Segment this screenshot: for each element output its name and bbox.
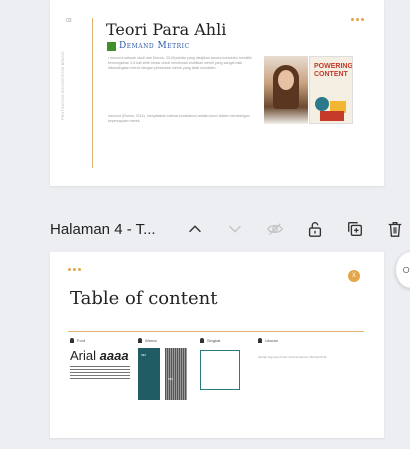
column-header-warna: Warna xyxy=(138,338,157,343)
decorative-dots xyxy=(68,268,81,271)
vertical-caption: PENTINGNYA KONSISTENSI BRAND xyxy=(60,51,65,120)
font-sample-bold: aaaa xyxy=(99,348,129,363)
trash-icon[interactable] xyxy=(384,218,406,240)
column-label: Ukuran xyxy=(265,338,278,343)
logo-icon xyxy=(107,41,116,51)
slide-number: 03 xyxy=(66,18,72,24)
slide-title: Table of content xyxy=(70,288,218,309)
brand-logo: Demand Metric xyxy=(107,41,190,51)
page-title[interactable]: Halaman 4 - T... xyxy=(50,221,156,238)
column-label: Singkat xyxy=(207,338,221,343)
person-icon xyxy=(70,338,74,343)
column-header-ukuran: Ukuran xyxy=(258,338,278,343)
color-swatch-gray: HEX xyxy=(165,348,187,400)
column-header-singkat: Singkat xyxy=(200,338,220,343)
search-button[interactable]: ○ xyxy=(396,252,410,288)
shape-sample xyxy=(200,350,240,390)
page-toolbar: Halaman 4 - T... xyxy=(50,214,410,244)
lock-icon[interactable] xyxy=(304,218,326,240)
font-sample-lines xyxy=(70,366,130,381)
column-header-font: Font xyxy=(70,338,85,343)
person-icon xyxy=(200,338,204,343)
duplicate-icon[interactable] xyxy=(344,218,366,240)
size-description: ukuran logo dan huruf minimal ukuran 16/… xyxy=(258,355,327,359)
search-icon: ○ xyxy=(402,261,410,277)
person-icon xyxy=(258,338,262,343)
swatch-label: HEX xyxy=(168,378,174,381)
close-badge: X xyxy=(348,270,360,282)
person-icon xyxy=(138,338,142,343)
color-swatch-teal: HEX xyxy=(138,348,160,400)
portrait-photo xyxy=(264,56,308,124)
column-label: Warna xyxy=(145,338,157,343)
eye-off-icon[interactable] xyxy=(264,218,286,240)
decorative-dots xyxy=(351,18,364,21)
swatch-label: HEX xyxy=(141,354,147,357)
title-divider xyxy=(68,331,364,332)
book-title: POWERING CONTENT xyxy=(314,63,353,78)
column-label: Font xyxy=(77,338,86,343)
body-paragraph: menurut (Bucha, 2014), menyatakan bahwa … xyxy=(108,114,250,123)
book-cover-image: POWERING CONTENT xyxy=(309,56,353,124)
accent-line xyxy=(92,18,93,168)
font-sample: Arial aaaa xyxy=(70,348,129,363)
body-paragraph: • menurut sebuah studi dari Demric, 2019… xyxy=(108,56,252,70)
chevron-down-icon[interactable] xyxy=(224,218,246,240)
slide-title: Teori Para Ahli xyxy=(106,20,227,39)
font-sample-regular: Arial xyxy=(70,348,100,363)
slide-thumbnail-4[interactable]: X Table of content Font Warna Singkat Uk… xyxy=(50,252,384,438)
brand-name: Demand Metric xyxy=(119,41,190,51)
chevron-up-icon[interactable] xyxy=(184,218,206,240)
slide-thumbnail-3[interactable]: 03 PENTINGNYA KONSISTENSI BRAND Teori Pa… xyxy=(50,0,384,186)
